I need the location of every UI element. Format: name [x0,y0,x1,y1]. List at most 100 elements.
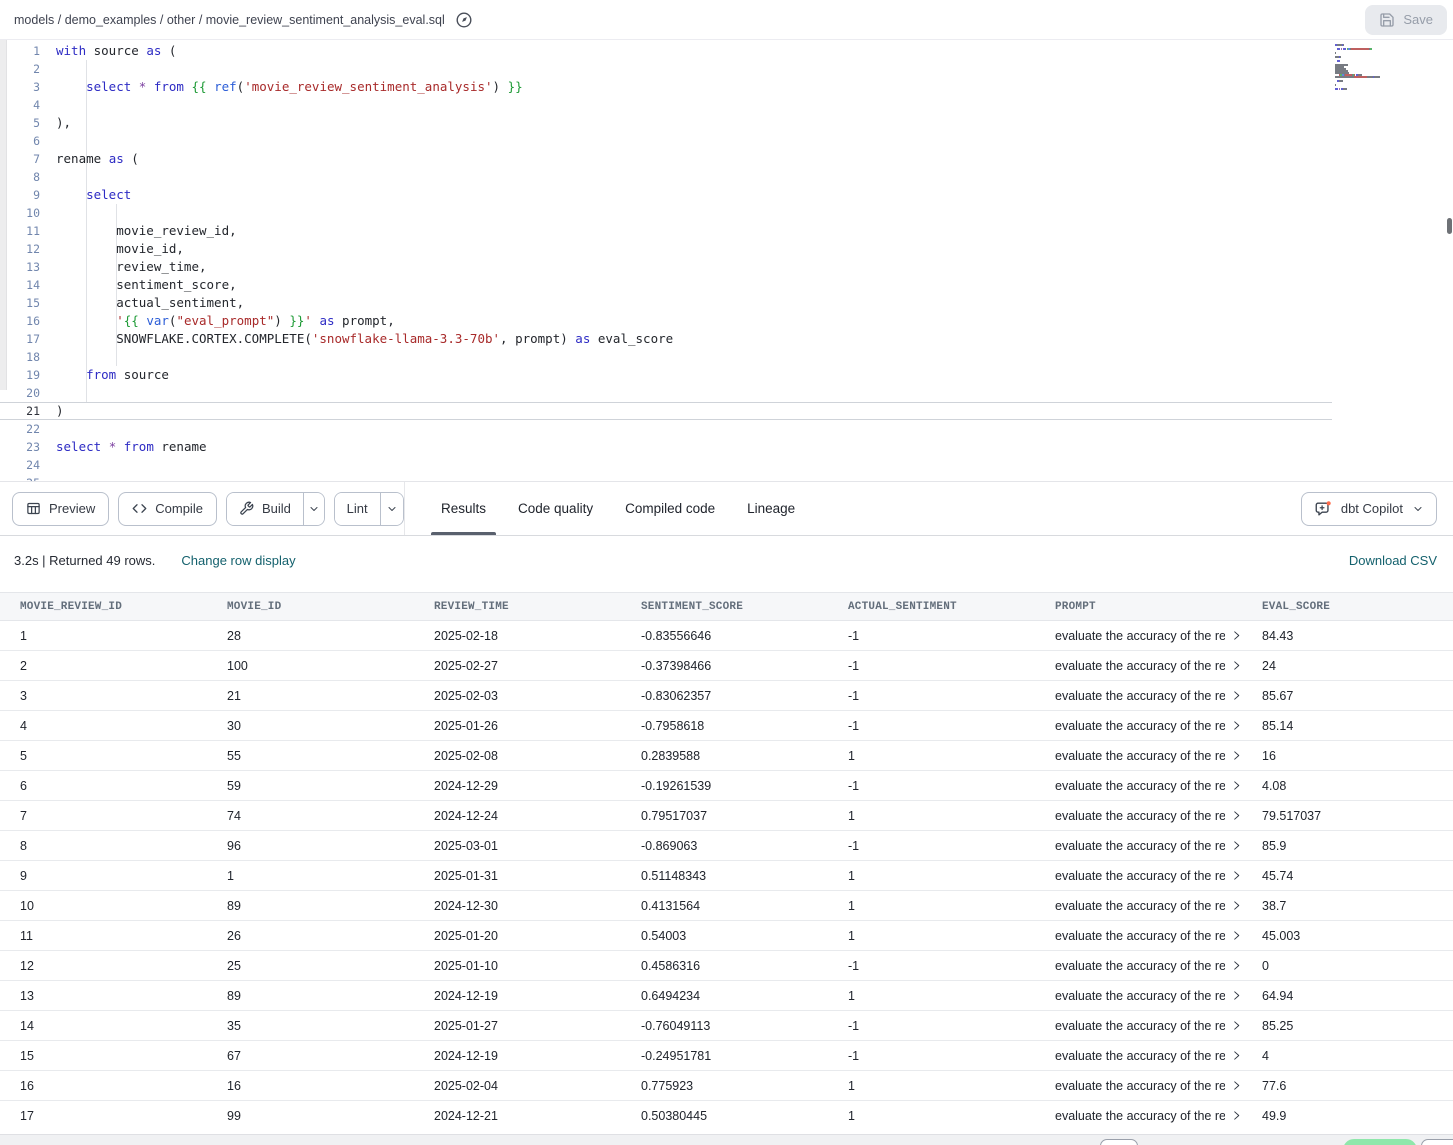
expand-prompt-icon[interactable] [1231,900,1242,911]
code-line-11[interactable]: 11 movie_review_id, [0,222,1332,240]
expand-prompt-icon[interactable] [1231,660,1242,671]
table-row: 8962025-03-01-0.869063-1evaluate the acc… [0,831,1453,861]
cell-prompt: evaluate the accuracy of the res… [1035,921,1242,951]
editor-lines[interactable]: 1with source as (23 select * from {{ ref… [0,42,1332,481]
line-number: 25 [0,474,40,481]
expand-prompt-icon[interactable] [1231,1080,1242,1091]
code-line-25[interactable]: 25 [0,474,1332,481]
line-number: 21 [0,402,40,420]
lint-dropdown-button[interactable] [380,493,403,525]
expand-prompt-icon[interactable] [1231,1020,1242,1031]
code-line-8[interactable]: 8 [0,168,1332,186]
code-line-14[interactable]: 14 sentiment_score, [0,276,1332,294]
cell-eval_score: 85.67 [1242,681,1453,711]
code-line-10[interactable]: 10 [0,204,1332,222]
editor-scrollbar-thumb[interactable] [1447,218,1452,234]
code-line-17[interactable]: 17 SNOWFLAKE.CORTEX.COMPLETE('snowflake-… [0,330,1332,348]
bottom-partial-button[interactable] [1100,1139,1138,1145]
expand-prompt-icon[interactable] [1231,750,1242,761]
compile-button-label: Compile [155,501,203,516]
table-row: 912025-01-310.511483431evaluate the accu… [0,861,1453,891]
expand-prompt-icon[interactable] [1231,960,1242,971]
code-line-2[interactable]: 2 [0,60,1332,78]
code-editor[interactable]: 1with source as (23 select * from {{ ref… [0,40,1453,481]
cell-sentiment_score: 0.775923 [621,1071,828,1101]
code-line-4[interactable]: 4 [0,96,1332,114]
cell-sentiment_score: 0.50380445 [621,1101,828,1131]
code-line-6[interactable]: 6 [0,132,1332,150]
cell-actual_sentiment: -1 [828,1011,1035,1041]
code-line-9[interactable]: 9 select [0,186,1332,204]
code-line-24[interactable]: 24 [0,456,1332,474]
bottom-outline-button[interactable] [1421,1139,1453,1145]
expand-prompt-icon[interactable] [1231,930,1242,941]
prompt-preview-text: evaluate the accuracy of the res… [1055,689,1225,703]
table-row: 13892024-12-190.64942341evaluate the acc… [0,981,1453,1011]
lint-button[interactable]: Lint [335,493,380,525]
code-line-22[interactable]: 22 [0,420,1332,438]
cell-sentiment_score: -0.76049113 [621,1011,828,1041]
cell-movie_review_id: 13 [0,981,207,1011]
code-line-12[interactable]: 12 movie_id, [0,240,1332,258]
line-number: 11 [0,222,40,240]
cell-review_time: 2025-01-26 [414,711,621,741]
editor-minimap[interactable] [1335,44,1441,94]
code-line-15[interactable]: 15 actual_sentiment, [0,294,1332,312]
change-row-display-link[interactable]: Change row display [181,553,295,568]
cell-eval_score: 85.25 [1242,1011,1453,1041]
cell-actual_sentiment: -1 [828,681,1035,711]
table-row: 15672024-12-19-0.24951781-1evaluate the … [0,1041,1453,1071]
expand-prompt-icon[interactable] [1231,690,1242,701]
code-line-18[interactable]: 18 [0,348,1332,366]
save-button[interactable]: Save [1365,5,1447,35]
build-button-group: Build [226,492,325,526]
bottom-green-button[interactable] [1343,1139,1417,1145]
tab-code-quality[interactable]: Code quality [502,482,609,535]
expand-prompt-icon[interactable] [1231,1050,1242,1061]
code-line-13[interactable]: 13 review_time, [0,258,1332,276]
line-number: 9 [0,186,40,204]
query-summary: 3.2s | Returned 49 rows. [14,553,155,568]
cell-movie_id: 21 [207,681,414,711]
cell-movie_id: 35 [207,1011,414,1041]
line-number: 18 [0,348,40,366]
tab-lineage[interactable]: Lineage [731,482,811,535]
build-button[interactable]: Build [227,493,303,525]
cell-actual_sentiment: 1 [828,801,1035,831]
prompt-preview-text: evaluate the accuracy of the res… [1055,629,1225,643]
cell-prompt: evaluate the accuracy of the res… [1035,651,1242,681]
expand-prompt-icon[interactable] [1231,990,1242,1001]
cell-review_time: 2025-01-31 [414,861,621,891]
cell-sentiment_score: -0.869063 [621,831,828,861]
compile-button[interactable]: Compile [118,492,217,526]
code-line-7[interactable]: 7rename as ( [0,150,1332,168]
cell-movie_id: 26 [207,921,414,951]
code-line-1[interactable]: 1with source as ( [0,42,1332,60]
expand-prompt-icon[interactable] [1231,840,1242,851]
code-line-19[interactable]: 19 from source [0,366,1332,384]
expand-prompt-icon[interactable] [1231,630,1242,641]
build-dropdown-button[interactable] [303,493,324,525]
code-line-20[interactable]: 20 [0,384,1332,402]
code-line-16[interactable]: 16 '{{ var("eval_prompt") }}' as prompt, [0,312,1332,330]
expand-prompt-icon[interactable] [1231,1110,1242,1121]
expand-prompt-icon[interactable] [1231,810,1242,821]
expand-prompt-icon[interactable] [1231,870,1242,881]
expand-prompt-icon[interactable] [1231,780,1242,791]
expand-prompt-icon[interactable] [1231,720,1242,731]
code-line-23[interactable]: 23select * from rename [0,438,1332,456]
compass-icon[interactable] [455,11,473,29]
tab-results[interactable]: Results [425,482,502,535]
dbt-copilot-button[interactable]: dbt Copilot [1301,492,1437,526]
file-header: models / demo_examples / other / movie_r… [0,0,1453,40]
tab-compiled-code[interactable]: Compiled code [609,482,731,535]
cell-prompt: evaluate the accuracy of the res… [1035,1071,1242,1101]
line-number: 17 [0,330,40,348]
code-line-5[interactable]: 5), [0,114,1332,132]
code-line-3[interactable]: 3 select * from {{ ref('movie_review_sen… [0,78,1332,96]
download-csv-link[interactable]: Download CSV [1349,553,1437,568]
table-row: 4302025-01-26-0.7958618-1evaluate the ac… [0,711,1453,741]
code-line-21[interactable]: 21) [0,402,1332,420]
preview-button[interactable]: Preview [12,492,109,526]
table-row: 5552025-02-080.28395881evaluate the accu… [0,741,1453,771]
